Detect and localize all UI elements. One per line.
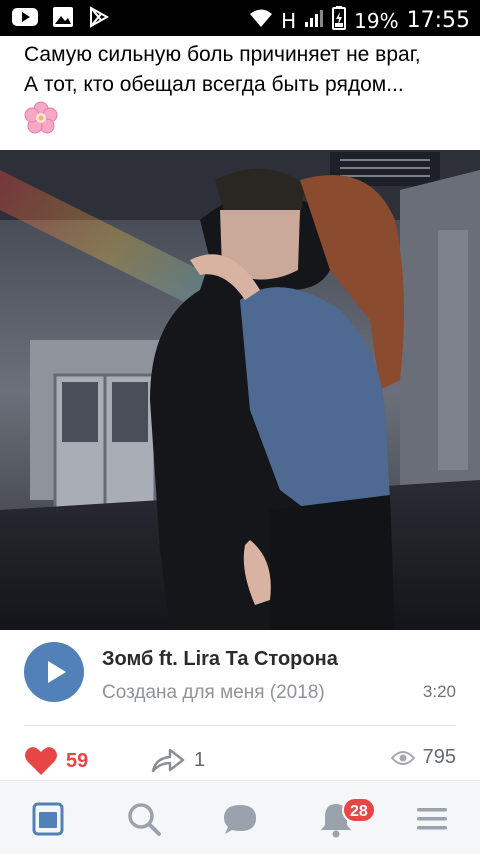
post-actions: 59 1 795 bbox=[0, 740, 480, 784]
share-icon bbox=[151, 748, 185, 773]
nav-messages[interactable] bbox=[220, 799, 260, 839]
post-text-line: А тот, кто обещал всегда быть рядом... bbox=[24, 73, 404, 96]
divider bbox=[24, 725, 456, 726]
youtube-icon bbox=[12, 7, 38, 32]
share-button[interactable]: 1 bbox=[150, 746, 205, 774]
post-text: Самую сильную боль причиняет не враг, А … bbox=[24, 40, 464, 100]
search-icon bbox=[128, 803, 161, 836]
heart-icon bbox=[25, 747, 57, 775]
bottom-navigation: 28 bbox=[0, 780, 480, 854]
network-type: H bbox=[281, 8, 297, 33]
messages-icon bbox=[224, 805, 256, 834]
views-count: 795 bbox=[422, 746, 456, 768]
audio-album: Создана для меня (2018) bbox=[102, 682, 325, 703]
menu-icon bbox=[417, 808, 447, 830]
post-photo[interactable] bbox=[0, 150, 480, 630]
like-count: 59 bbox=[66, 749, 89, 772]
views-counter: 795 bbox=[390, 746, 456, 769]
signal-icon bbox=[304, 8, 324, 33]
notifications-badge: 28 bbox=[342, 797, 376, 823]
nav-menu[interactable] bbox=[412, 799, 452, 839]
play-icon bbox=[48, 661, 66, 683]
battery-level: 19% bbox=[354, 8, 399, 33]
feed-icon bbox=[32, 802, 64, 836]
clock: 17:55 bbox=[406, 8, 470, 33]
eye-icon bbox=[390, 750, 415, 765]
post-text-line: Самую сильную боль причиняет не враг, bbox=[24, 43, 421, 66]
audio-title[interactable]: Зомб ft. Lira Та Сторона bbox=[102, 648, 338, 671]
audio-attachment[interactable]: Зомб ft. Lira Та Сторона Создана для мен… bbox=[0, 630, 480, 726]
nav-search[interactable] bbox=[124, 799, 164, 839]
like-button[interactable]: 59 bbox=[24, 746, 88, 776]
battery-icon bbox=[332, 6, 347, 35]
share-count: 1 bbox=[194, 748, 206, 771]
gallery-icon bbox=[52, 6, 74, 33]
play-button[interactable] bbox=[24, 642, 84, 702]
wifi-icon bbox=[249, 8, 273, 33]
nav-feed[interactable] bbox=[28, 799, 68, 839]
audio-duration: 3:20 bbox=[422, 682, 456, 701]
play-store-icon bbox=[88, 6, 110, 33]
status-bar: H 19% 17:55 bbox=[0, 0, 480, 36]
cherry-blossom-icon bbox=[24, 101, 58, 135]
